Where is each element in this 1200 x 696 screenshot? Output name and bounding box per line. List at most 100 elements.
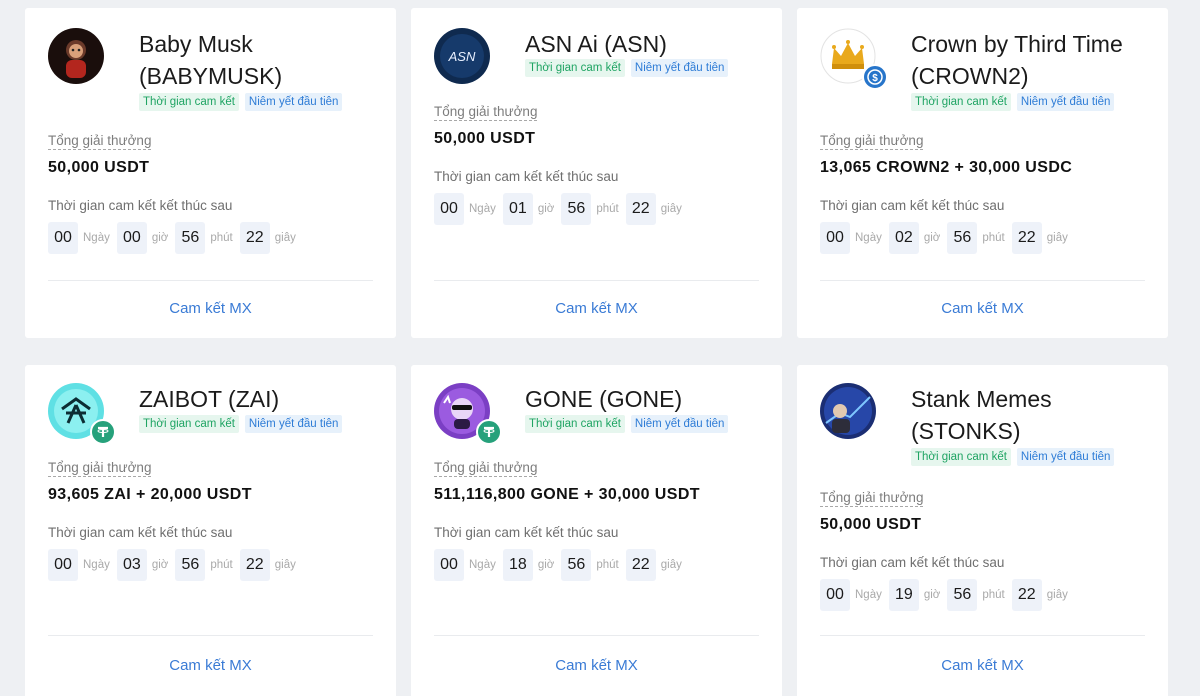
unit-minutes: phút xyxy=(982,589,1005,601)
project-title: ASN Ai (ASN) xyxy=(525,31,667,57)
ends-in-label: Thời gian cam kết kết thúc sau xyxy=(820,198,1005,213)
project-title: GONE (GONE) xyxy=(525,386,683,412)
svg-text:ASN: ASN xyxy=(448,49,476,64)
unit-minutes: phút xyxy=(982,232,1005,244)
countdown-seconds: 22 xyxy=(239,222,270,254)
countdown-timer: 00 Ngày 01 giờ 56 phút 22 giây xyxy=(434,193,689,225)
usdc-badge-icon: $ xyxy=(862,64,888,90)
ends-in-label: Thời gian cam kết kết thúc sau xyxy=(434,169,619,184)
ends-in-label: Thời gian cam kết kết thúc sau xyxy=(48,525,233,540)
countdown-minutes: 56 xyxy=(561,549,592,581)
unit-seconds: giây xyxy=(1046,232,1068,244)
countdown-days: 00 xyxy=(48,549,78,581)
unit-hours: giờ xyxy=(537,559,555,571)
commit-mx-button[interactable]: Cam kết MX xyxy=(411,657,782,674)
unit-seconds: giây xyxy=(660,203,682,215)
countdown-days: 00 xyxy=(434,549,464,581)
countdown-days: 00 xyxy=(820,222,850,254)
ends-in-label: Thời gian cam kết kết thúc sau xyxy=(434,525,619,540)
total-prize-value: 13,065 CROWN2 + 30,000 USDC xyxy=(820,159,1073,176)
countdown-seconds: 22 xyxy=(1011,222,1042,254)
unit-minutes: phút xyxy=(210,559,233,571)
tag-first-listing: Niêm yết đầu tiên xyxy=(1016,93,1115,111)
total-prize-value: 50,000 USDT xyxy=(434,130,536,147)
project-title: Stank Memes (STONKS) xyxy=(911,386,1052,444)
launchpad-card-babymusk: Baby Musk (BABYMUSK) Thời gian cam kết N… xyxy=(25,8,396,338)
tag-commit-time: Thời gian cam kết xyxy=(911,93,1011,111)
total-prize-label[interactable]: Tổng giải thưởng xyxy=(48,133,152,150)
divider xyxy=(820,280,1145,281)
countdown-hours: 19 xyxy=(888,579,919,611)
tag-first-listing: Niêm yết đầu tiên xyxy=(244,415,343,433)
tag-group: Thời gian cam kết Niêm yết đầu tiên xyxy=(139,415,343,433)
divider xyxy=(48,280,373,281)
launchpad-card-zaibot: ZAIBOT (ZAI) Thời gian cam kết Niêm yết … xyxy=(25,365,396,696)
tag-commit-time: Thời gian cam kết xyxy=(911,448,1011,466)
countdown-timer: 00 Ngày 00 giờ 56 phút 22 giây xyxy=(48,222,303,254)
unit-days: Ngày xyxy=(855,232,882,244)
divider xyxy=(434,635,759,636)
total-prize-value: 511,116,800 GONE + 30,000 USDT xyxy=(434,486,700,503)
commit-mx-button[interactable]: Cam kết MX xyxy=(797,300,1168,317)
unit-minutes: phút xyxy=(210,232,233,244)
countdown-days: 00 xyxy=(434,193,464,225)
countdown-timer: 00 Ngày 19 giờ 56 phút 22 giây xyxy=(820,579,1075,611)
commit-mx-button[interactable]: Cam kết MX xyxy=(25,657,396,674)
countdown-timer: 00 Ngày 03 giờ 56 phút 22 giây xyxy=(48,549,303,581)
countdown-timer: 00 Ngày 02 giờ 56 phút 22 giây xyxy=(820,222,1075,254)
unit-days: Ngày xyxy=(83,559,110,571)
unit-hours: giờ xyxy=(923,589,941,601)
total-prize-label[interactable]: Tổng giải thưởng xyxy=(48,460,152,477)
divider xyxy=(820,635,1145,636)
tag-commit-time: Thời gian cam kết xyxy=(525,59,625,77)
crown-logo-icon: $ xyxy=(820,28,888,90)
tag-group: Thời gian cam kết Niêm yết đầu tiên xyxy=(911,93,1115,111)
tag-commit-time: Thời gian cam kết xyxy=(525,415,625,433)
project-title: Crown by Third Time (CROWN2) xyxy=(911,31,1123,89)
countdown-minutes: 56 xyxy=(175,222,206,254)
launchpad-card-stonks: Stank Memes (STONKS) Thời gian cam kết N… xyxy=(797,365,1168,696)
tag-group: Thời gian cam kết Niêm yết đầu tiên xyxy=(525,59,729,77)
total-prize-value: 93,605 ZAI + 20,000 USDT xyxy=(48,486,252,503)
divider xyxy=(48,635,373,636)
unit-hours: giờ xyxy=(923,232,941,244)
countdown-seconds: 22 xyxy=(239,549,270,581)
unit-seconds: giây xyxy=(660,559,682,571)
tag-commit-time: Thời gian cam kết xyxy=(139,415,239,433)
total-prize-value: 50,000 USDT xyxy=(48,159,150,176)
ends-in-label: Thời gian cam kết kết thúc sau xyxy=(48,198,233,213)
unit-hours: giờ xyxy=(151,559,169,571)
unit-minutes: phút xyxy=(596,203,619,215)
total-prize-label[interactable]: Tổng giải thưởng xyxy=(434,460,538,477)
launchpad-card-crown2: $ Crown by Third Time (CROWN2) Thời gian… xyxy=(797,8,1168,338)
tag-group: Thời gian cam kết Niêm yết đầu tiên xyxy=(911,448,1115,466)
total-prize-label[interactable]: Tổng giải thưởng xyxy=(820,133,924,150)
total-prize-label[interactable]: Tổng giải thưởng xyxy=(434,104,538,121)
countdown-timer: 00 Ngày 18 giờ 56 phút 22 giây xyxy=(434,549,689,581)
usdt-badge-icon xyxy=(476,419,502,445)
unit-days: Ngày xyxy=(469,203,496,215)
countdown-minutes: 56 xyxy=(175,549,206,581)
launchpad-card-asn: ASN ASN Ai (ASN) Thời gian cam kết Niêm … xyxy=(411,8,782,338)
countdown-minutes: 56 xyxy=(947,222,978,254)
project-title: ZAIBOT (ZAI) xyxy=(139,386,280,412)
total-prize-label[interactable]: Tổng giải thưởng xyxy=(820,490,924,507)
countdown-seconds: 22 xyxy=(1011,579,1042,611)
baby-musk-logo-icon xyxy=(48,28,104,84)
commit-mx-button[interactable]: Cam kết MX xyxy=(411,300,782,317)
tag-commit-time: Thời gian cam kết xyxy=(139,93,239,111)
zaibot-logo-icon xyxy=(48,383,116,445)
tag-first-listing: Niêm yết đầu tiên xyxy=(244,93,343,111)
countdown-minutes: 56 xyxy=(561,193,592,225)
unit-hours: giờ xyxy=(151,232,169,244)
tag-first-listing: Niêm yết đầu tiên xyxy=(630,415,729,433)
countdown-seconds: 22 xyxy=(625,549,656,581)
tag-first-listing: Niêm yết đầu tiên xyxy=(630,59,729,77)
total-prize-value: 50,000 USDT xyxy=(820,516,922,533)
commit-mx-button[interactable]: Cam kết MX xyxy=(797,657,1168,674)
ends-in-label: Thời gian cam kết kết thúc sau xyxy=(820,555,1005,570)
tag-first-listing: Niêm yết đầu tiên xyxy=(1016,448,1115,466)
countdown-days: 00 xyxy=(820,579,850,611)
commit-mx-button[interactable]: Cam kết MX xyxy=(25,300,396,317)
countdown-hours: 03 xyxy=(116,549,147,581)
